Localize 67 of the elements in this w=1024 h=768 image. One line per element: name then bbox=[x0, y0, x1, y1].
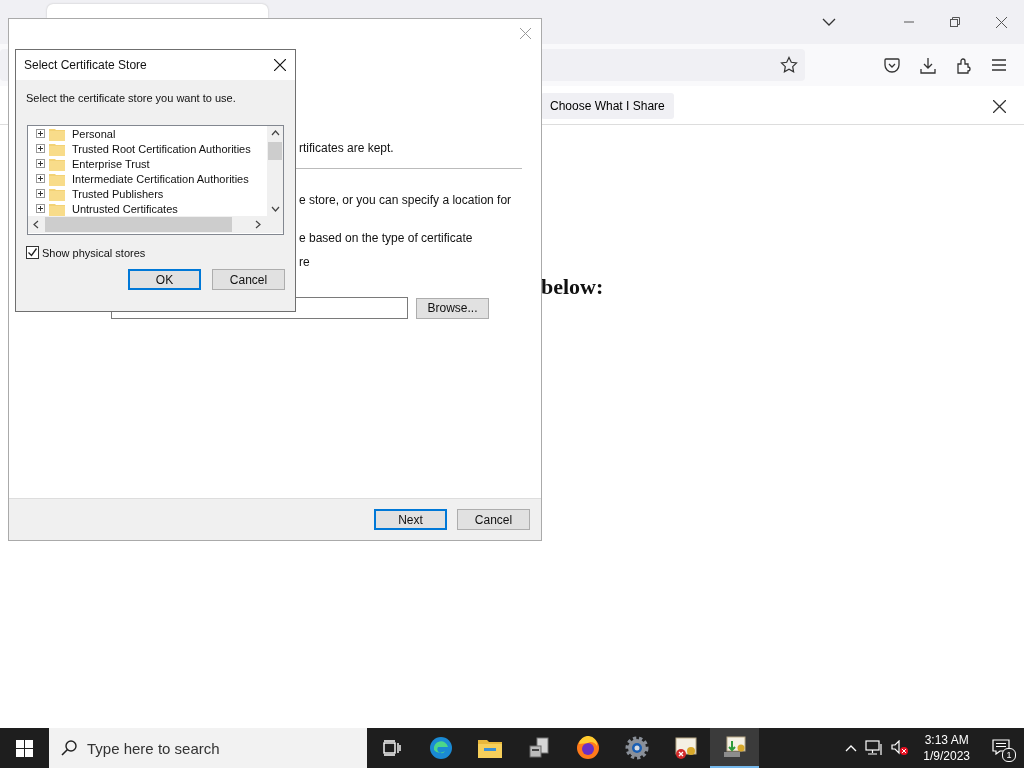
folder-icon bbox=[477, 738, 502, 758]
page-heading: below: bbox=[541, 274, 605, 300]
wizard-text: re bbox=[299, 255, 311, 269]
chevron-down-icon[interactable] bbox=[822, 18, 836, 26]
instruction-text: Select the certificate store you want to use. bbox=[26, 92, 237, 104]
folder-icon bbox=[49, 156, 65, 171]
scroll-up-icon[interactable] bbox=[270, 130, 280, 136]
next-button[interactable]: Next bbox=[374, 509, 447, 530]
folder-icon bbox=[49, 186, 65, 201]
scroll-left-icon[interactable] bbox=[33, 220, 39, 229]
chevron-up-icon[interactable] bbox=[845, 744, 858, 752]
windows-logo-icon[interactable] bbox=[16, 739, 33, 757]
puzzle-icon[interactable] bbox=[956, 56, 972, 74]
certificate-icon bbox=[673, 736, 698, 760]
folder-icon bbox=[49, 201, 65, 216]
expand-icon[interactable] bbox=[36, 204, 45, 213]
close-icon[interactable] bbox=[996, 16, 1007, 28]
tree-item[interactable]: Trusted Publishers bbox=[28, 186, 267, 201]
browse-button[interactable]: Browse... bbox=[416, 297, 489, 319]
expand-icon[interactable] bbox=[36, 189, 45, 198]
checkbox[interactable] bbox=[26, 246, 39, 259]
close-icon[interactable] bbox=[993, 99, 1006, 113]
wizard-text: e based on the type of certificate bbox=[299, 231, 474, 245]
tree-item[interactable]: Personal bbox=[28, 126, 267, 141]
restore-icon[interactable] bbox=[950, 17, 960, 27]
search-field[interactable]: Type here to search bbox=[49, 728, 367, 768]
star-icon[interactable] bbox=[780, 56, 798, 74]
scroll-thumb[interactable] bbox=[45, 217, 232, 232]
tree-item[interactable]: Untrusted Certificates bbox=[28, 201, 267, 216]
checkbox-label[interactable]: Show physical stores bbox=[42, 246, 146, 259]
taskbar-app[interactable] bbox=[710, 728, 759, 768]
server-icon bbox=[527, 737, 550, 759]
pocket-icon[interactable] bbox=[884, 57, 900, 73]
browser-icon bbox=[575, 736, 600, 760]
wizard-text: rtificates are kept. bbox=[299, 141, 395, 155]
notification-badge: 1 bbox=[1002, 748, 1016, 762]
task-view-icon bbox=[382, 740, 401, 756]
scroll-thumb[interactable] bbox=[268, 142, 282, 160]
expand-icon[interactable] bbox=[36, 159, 45, 168]
expand-icon[interactable] bbox=[36, 144, 45, 153]
dialog-title: Select Certificate Store bbox=[24, 58, 147, 72]
choose-share-button[interactable]: Choose What I Share bbox=[541, 93, 674, 119]
ok-button[interactable]: OK bbox=[128, 269, 201, 290]
tree-item[interactable]: Enterprise Trust bbox=[28, 156, 267, 171]
close-icon[interactable] bbox=[274, 59, 286, 71]
folder-icon bbox=[49, 141, 65, 156]
menu-icon[interactable] bbox=[992, 59, 1006, 71]
certificate-icon bbox=[722, 735, 747, 759]
volume-muted-icon[interactable] bbox=[891, 740, 910, 756]
clock-date[interactable]: 1/9/2023 bbox=[923, 748, 970, 764]
scroll-right-icon[interactable] bbox=[255, 220, 261, 229]
folder-icon bbox=[49, 126, 65, 141]
browser-icon bbox=[428, 736, 453, 760]
tree-item[interactable]: Trusted Root Certification Authorities bbox=[28, 141, 267, 156]
search-icon bbox=[61, 740, 77, 756]
wizard-text: e store, or you can specify a location for bbox=[299, 193, 513, 207]
network-icon[interactable] bbox=[865, 740, 884, 756]
folder-icon bbox=[49, 171, 65, 186]
clock-time[interactable]: 3:13 AM bbox=[924, 732, 969, 748]
expand-icon[interactable] bbox=[36, 129, 45, 138]
tree-item[interactable]: Intermediate Certification Authorities bbox=[28, 171, 267, 186]
gear-icon bbox=[624, 736, 649, 760]
cancel-button[interactable]: Cancel bbox=[212, 269, 285, 290]
scroll-down-icon[interactable] bbox=[270, 206, 280, 212]
cancel-button[interactable]: Cancel bbox=[457, 509, 530, 530]
expand-icon[interactable] bbox=[36, 174, 45, 183]
download-icon[interactable] bbox=[920, 56, 936, 74]
